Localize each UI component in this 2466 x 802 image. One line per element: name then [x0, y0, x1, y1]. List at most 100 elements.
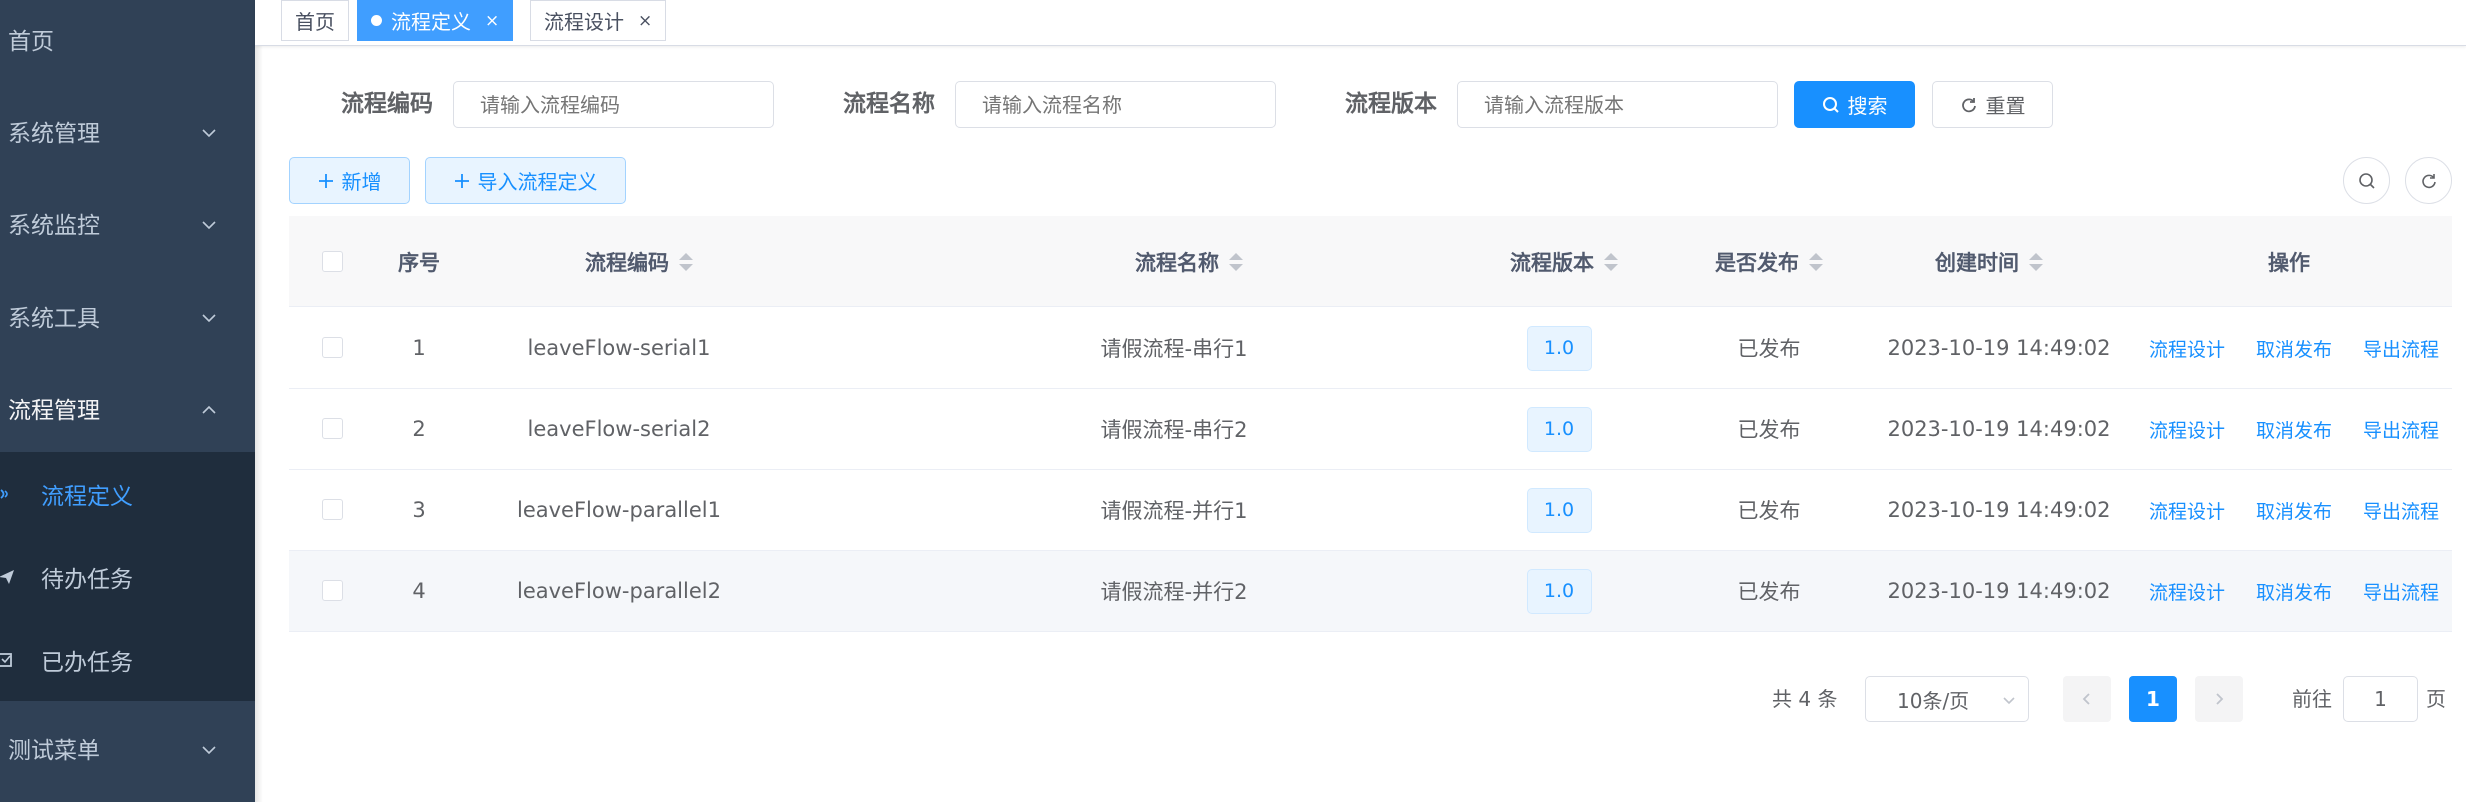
sidebar-item-test-menu[interactable]: 测试菜单 [0, 702, 255, 794]
sidebar-shadow [255, 0, 263, 802]
unpublish-link[interactable]: 取消发布 [2256, 578, 2332, 605]
page-size-label: 10条/页 [1897, 688, 1970, 713]
cell-published: 已发布 [1737, 418, 1801, 442]
chevron-down-icon [202, 314, 216, 323]
tag-label: 首页 [295, 10, 335, 34]
cell-index: 4 [412, 579, 426, 603]
sort-icon[interactable] [679, 251, 693, 273]
sidebar-item-process-management[interactable]: 流程管理 [0, 362, 255, 454]
import-process-button[interactable]: 导入流程定义 [425, 157, 626, 204]
sidebar-item-system-tools[interactable]: 系统工具 [0, 270, 255, 362]
row-checkbox[interactable] [322, 499, 343, 520]
add-button[interactable]: 新增 [289, 157, 410, 204]
sidebar-item-done-tasks[interactable]: 已办任务 [0, 618, 255, 701]
sidebar-item-home[interactable]: 首页 [0, 0, 255, 85]
reset-button-label: 重置 [1985, 94, 2026, 118]
sort-icon[interactable] [2029, 251, 2043, 273]
chevron-right-icon [2216, 693, 2224, 705]
select-all-checkbox[interactable] [322, 251, 343, 272]
chevron-down-icon [2003, 697, 2015, 705]
process-design-link[interactable]: 流程设计 [2149, 416, 2225, 443]
unpublish-link[interactable]: 取消发布 [2256, 335, 2332, 362]
header-actions: 操作 [2189, 216, 2389, 307]
sidebar-item-system-monitor[interactable]: 系统监控 [0, 177, 255, 269]
sidebar-item-system-management[interactable]: 系统管理 [0, 85, 255, 177]
tags-view: 首页 流程定义 × 流程设计 × [255, 0, 2466, 46]
process-design-link[interactable]: 流程设计 [2149, 335, 2225, 362]
unpublish-link[interactable]: 取消发布 [2256, 416, 2332, 443]
sidebar-item-todo-tasks[interactable]: 待办任务 [0, 535, 255, 618]
export-process-link[interactable]: 导出流程 [2363, 416, 2439, 443]
version-tag: 1.0 [1526, 568, 1592, 614]
row-checkbox[interactable] [322, 337, 343, 358]
next-page-button[interactable] [2195, 676, 2243, 722]
tag-home[interactable]: 首页 [281, 0, 349, 41]
sort-icon[interactable] [1604, 251, 1618, 273]
export-process-link[interactable]: 导出流程 [2363, 335, 2439, 362]
unpublish-link[interactable]: 取消发布 [2256, 497, 2332, 524]
process-design-link[interactable]: 流程设计 [2149, 578, 2225, 605]
cell-process-code: leaveFlow-serial1 [527, 336, 711, 360]
sidebar-item-label: 已办任务 [41, 649, 133, 676]
goto-page-input[interactable] [2343, 676, 2418, 722]
process-submenu: 流程定义 待办任务 已办任务 [0, 452, 255, 701]
process-code-input[interactable] [453, 81, 774, 128]
sidebar-item-label: 系统管理 [8, 121, 100, 147]
sort-icon[interactable] [1229, 251, 1243, 273]
table-header: 序号 流程编码 流程名称 流程版本 是否发布 创建时间 操作 [289, 216, 2452, 307]
header-actions-label: 操作 [2268, 250, 2310, 275]
tag-label: 流程定义 [391, 10, 471, 34]
search-icon [2358, 172, 2375, 189]
header-created-label: 创建时间 [1935, 250, 2019, 275]
close-icon[interactable]: × [485, 11, 499, 31]
page-number-button[interactable]: 1 [2129, 676, 2177, 722]
toggle-search-button[interactable] [2343, 157, 2390, 204]
cell-published: 已发布 [1737, 580, 1801, 604]
process-design-link[interactable]: 流程设计 [2149, 497, 2225, 524]
sort-icon[interactable] [1809, 251, 1823, 273]
cell-actions: 流程设计 取消发布 导出流程 [2149, 308, 2439, 388]
cell-process-name: 请假流程-并行2 [1100, 580, 1248, 604]
export-process-link[interactable]: 导出流程 [2363, 578, 2439, 605]
process-name-input[interactable] [955, 81, 1276, 128]
page-suffix-label: 页 [2426, 687, 2446, 711]
export-process-link[interactable]: 导出流程 [2363, 497, 2439, 524]
cell-actions: 流程设计 取消发布 导出流程 [2149, 389, 2439, 469]
cell-process-code: leaveFlow-serial2 [527, 417, 711, 441]
send-icon [0, 569, 14, 584]
tag-process-design[interactable]: 流程设计 × [530, 0, 667, 41]
process-code-label: 流程编码 [341, 91, 433, 117]
sidebar: 首页 系统管理 系统监控 系统工具 流程管理 流程定义 待办任务 已办任务 测试… [0, 0, 255, 802]
sidebar-item-process-definition[interactable]: 流程定义 [0, 452, 255, 535]
prev-page-button[interactable] [2063, 676, 2111, 722]
cell-version: 1.0 [1479, 308, 1639, 388]
cell-created-time: 2023-10-19 14:49:02 [1887, 498, 2111, 522]
cell-index: 2 [412, 417, 426, 441]
close-icon[interactable]: × [638, 11, 652, 31]
header-process-name[interactable]: 流程名称 [949, 216, 1429, 307]
row-checkbox[interactable] [322, 580, 343, 601]
sidebar-item-label: 流程定义 [41, 483, 133, 510]
chevron-down-icon [202, 746, 216, 755]
page-size-select[interactable]: 10条/页 [1865, 676, 2029, 722]
header-published[interactable]: 是否发布 [1659, 216, 1879, 307]
refresh-button[interactable] [2405, 157, 2452, 204]
header-published-label: 是否发布 [1715, 250, 1799, 275]
reset-button[interactable]: 重置 [1932, 81, 2053, 128]
chevron-left-icon [2082, 693, 2090, 705]
process-definition-icon [0, 488, 8, 499]
cell-process-code: leaveFlow-parallel2 [517, 579, 721, 603]
tag-process-definition[interactable]: 流程定义 × [357, 0, 514, 41]
header-process-version[interactable]: 流程版本 [1454, 216, 1674, 307]
row-checkbox[interactable] [322, 418, 343, 439]
cell-created-time: 2023-10-19 14:49:02 [1887, 579, 2111, 603]
process-version-input[interactable] [1457, 81, 1778, 128]
header-process-code[interactable]: 流程编码 [529, 216, 749, 307]
version-tag: 1.0 [1526, 487, 1592, 533]
search-button-label: 搜索 [1847, 94, 1888, 118]
header-created-time[interactable]: 创建时间 [1879, 216, 2099, 307]
header-version-label: 流程版本 [1510, 250, 1594, 275]
process-name-label: 流程名称 [843, 91, 935, 117]
search-button[interactable]: 搜索 [1794, 81, 1915, 128]
header-code-label: 流程编码 [585, 250, 669, 275]
